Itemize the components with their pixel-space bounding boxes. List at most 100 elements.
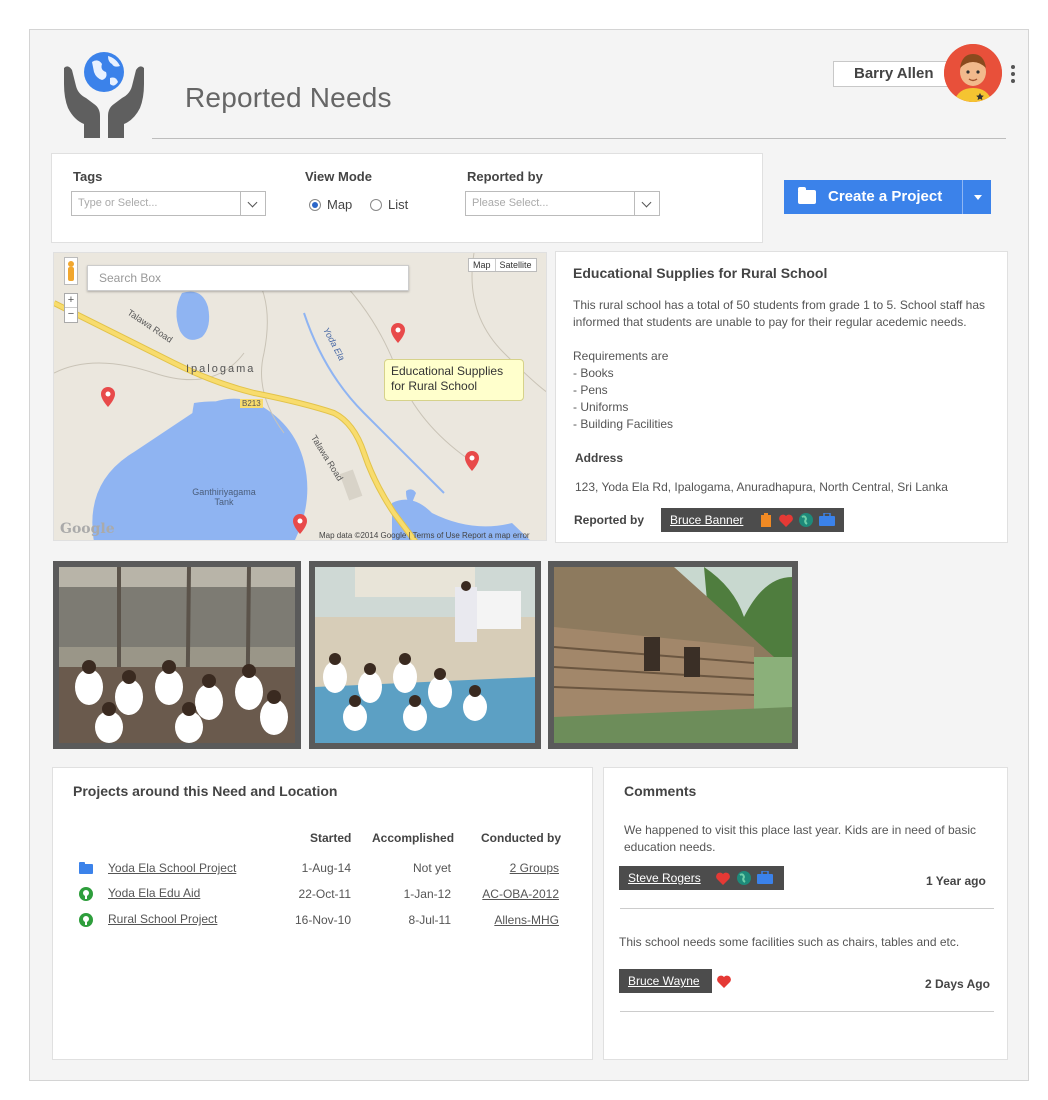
folder-icon [79, 862, 93, 874]
school-building-photo[interactable] [554, 567, 792, 743]
need-description: This rural school has a total of 50 stud… [573, 298, 986, 329]
requirement-item: - Building Facilities [573, 417, 674, 431]
reported-by-label: Reported by [574, 513, 645, 527]
chevron-down-icon[interactable] [634, 192, 659, 215]
folder-icon [798, 187, 816, 204]
comment-author-badge[interactable]: Bruce Wayne [619, 969, 731, 993]
map-pin-icon[interactable] [391, 323, 405, 343]
project-accomplished: 1-Jan-12 [403, 887, 451, 901]
reporter-badge[interactable]: Bruce Banner [661, 508, 844, 532]
create-project-dropdown-button[interactable] [962, 180, 991, 214]
project-name-link[interactable]: Yoda Ela School Project [108, 861, 236, 875]
comments-panel: Comments We happened to visit this place… [603, 767, 1008, 1060]
map-type-satellite[interactable]: Satellite [494, 259, 536, 271]
project-name-link[interactable]: Yoda Ela Edu Aid [108, 886, 200, 900]
map-attribution[interactable]: Map data ©2014 Google | Terms of Use Rep… [319, 531, 530, 540]
project-started: 1-Aug-14 [301, 861, 351, 875]
radio-selected-icon[interactable] [309, 199, 321, 211]
comment-divider [620, 908, 994, 909]
reported-by-placeholder: Please Select... [472, 197, 549, 209]
tags-label: Tags [73, 169, 103, 184]
briefcase-icon [757, 871, 773, 884]
comment-divider [620, 1011, 994, 1012]
project-accomplished: Not yet [412, 861, 451, 875]
column-header-started: Started [310, 831, 352, 845]
create-project-button[interactable]: Create a Project [784, 180, 962, 214]
requirement-item: - Uniforms [573, 400, 629, 414]
need-photo[interactable] [309, 561, 541, 749]
create-project-label: Create a Project [828, 188, 943, 205]
zoom-in-icon[interactable]: + [65, 294, 77, 307]
need-photo[interactable] [53, 561, 301, 749]
map-view[interactable]: Talawa Road Talawa Road Yoda Ela Ipaloga… [53, 252, 547, 541]
map-pin-icon[interactable] [465, 451, 479, 471]
project-name-link[interactable]: Rural School Project [108, 912, 217, 926]
briefcase-icon [819, 513, 835, 526]
app-frame: Reported Needs Barry Allen Tags Type or … [29, 29, 1029, 1081]
comment-author-link[interactable]: Bruce Wayne [628, 974, 700, 988]
comment-author-link[interactable]: Steve Rogers [628, 871, 701, 885]
zoom-out-icon[interactable]: − [65, 307, 77, 321]
view-mode-map-radio[interactable]: Map [309, 197, 352, 212]
street-view-pegman-icon[interactable] [64, 257, 78, 285]
map-pin-icon[interactable] [293, 514, 307, 534]
project-started: 22-Oct-11 [298, 887, 351, 901]
user-name-button[interactable]: Barry Allen [833, 61, 955, 87]
comment-time: 1 Year ago [926, 874, 986, 888]
requirements-intro: Requirements are [573, 349, 669, 363]
page-title: Reported Needs [185, 82, 392, 113]
projects-title: Projects around this Need and Location [73, 783, 338, 799]
map-search-input[interactable]: Search Box [87, 265, 409, 291]
reporter-name-link[interactable]: Bruce Banner [670, 513, 743, 527]
column-header-accomplished: Accomplished [372, 831, 455, 845]
projects-panel: Projects around this Need and Location S… [52, 767, 593, 1060]
globe-icon [799, 513, 813, 527]
heart-icon [717, 975, 731, 988]
comment-text: This school needs some facilities such a… [619, 935, 960, 949]
view-mode-list-radio[interactable]: List [370, 197, 408, 212]
map-type-toggle[interactable]: Map Satellite [468, 258, 537, 272]
view-mode-list-label: List [388, 197, 409, 212]
comments-title: Comments [624, 783, 697, 799]
more-options-icon[interactable] [1010, 65, 1016, 85]
google-logo: Google [60, 521, 115, 537]
chevron-down-icon[interactable] [240, 192, 265, 215]
address-value: 123, Yoda Ela Rd, Ipalogama, Anuradhapur… [575, 480, 948, 494]
column-header-conducted-by: Conducted by [481, 831, 561, 845]
classroom-photo-2[interactable] [315, 567, 535, 743]
map-highway-label: B213 [240, 399, 263, 408]
map-pin-icon[interactable] [101, 387, 115, 407]
tags-placeholder: Type or Select... [78, 197, 158, 209]
tree-badge-icon [79, 887, 93, 901]
requirement-item: - Pens [573, 383, 608, 397]
project-accomplished: 8-Jul-11 [408, 913, 451, 927]
project-conducted-by-link[interactable]: AC-OBA-2012 [463, 887, 559, 901]
address-label: Address [575, 451, 624, 465]
project-conducted-by-link[interactable]: 2 Groups [473, 861, 559, 875]
requirement-item: - Books [573, 366, 614, 380]
user-avatar[interactable] [944, 44, 1002, 102]
tree-badge-icon [79, 913, 93, 927]
tags-select[interactable]: Type or Select... [71, 191, 266, 216]
view-mode-map-label: Map [327, 197, 353, 212]
reported-by-select[interactable]: Please Select... [465, 191, 660, 216]
map-pin-tooltip[interactable]: Educational Supplies for Rural School [384, 359, 524, 401]
comment-author-badge[interactable]: Steve Rogers [619, 866, 784, 890]
filter-panel: Tags Type or Select... View Mode Map Lis… [51, 153, 763, 243]
project-conducted-by-link[interactable]: Allens-MHG [463, 913, 559, 927]
project-started: 16-Nov-10 [294, 913, 351, 927]
clipboard-icon [761, 513, 771, 527]
need-title: Educational Supplies for Rural School [573, 265, 828, 281]
need-photo[interactable] [548, 561, 798, 749]
globe-icon [737, 871, 751, 885]
map-zoom-control[interactable]: + − [64, 293, 78, 323]
classroom-photo-1[interactable] [59, 567, 295, 743]
map-tank-label: Ganthiriyagama Tank [192, 487, 256, 507]
hands-globe-logo-icon [58, 48, 150, 140]
comment-text: We happened to visit this place last yea… [624, 823, 976, 854]
comment-time: 2 Days Ago [925, 977, 990, 991]
heart-icon [779, 514, 793, 527]
radio-unselected-icon[interactable] [370, 199, 382, 211]
map-type-map[interactable]: Map [469, 259, 495, 271]
reported-by-label: Reported by [467, 169, 543, 184]
